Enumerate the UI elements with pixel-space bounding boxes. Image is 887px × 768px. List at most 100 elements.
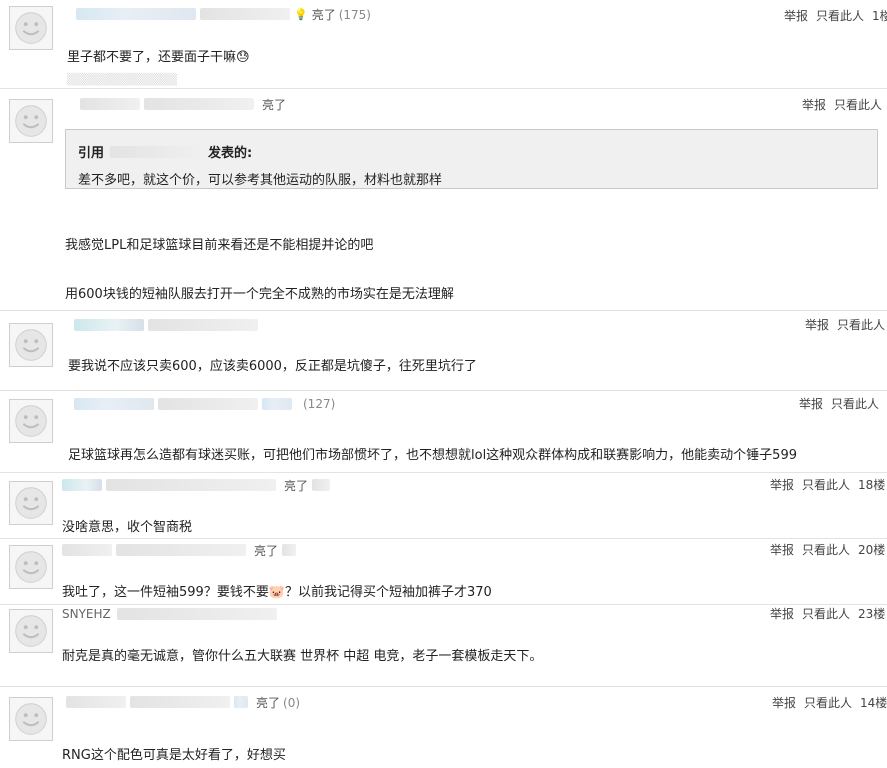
like-button[interactable]: 亮了 [262, 96, 286, 113]
post-meta: SNYEHZ [62, 605, 281, 623]
avatar[interactable] [9, 99, 53, 143]
post-meta: 亮了 [80, 95, 286, 113]
avatar-face-icon [10, 7, 52, 49]
avatar[interactable] [9, 609, 53, 653]
like-count-blurred [282, 544, 297, 556]
reply-post-8: 亮了 (0) 举报 只看此人 14楼 RNG这个配色可真是太好看了，好想买 [0, 686, 887, 768]
post-content: 要我说不应该只卖600，应该卖6000，反正都是坑傻子，往死里坑行了 [68, 359, 477, 374]
avatar-face-icon [10, 100, 52, 142]
post-meta: 亮了 (0) [66, 693, 300, 711]
reply-post-4: (127) 举报 只看此人 足球篮球再怎么造都有球迷买账，可把他们市场部惯坏了，也… [0, 390, 887, 472]
floor-number: 1楼 [872, 9, 887, 23]
like-count-blurred [312, 479, 331, 491]
post-content: 足球篮球再怎么造都有球迷买账，可把他们市场部惯坏了，也不想想就lol这种观众群体… [68, 448, 797, 463]
timestamp-blurred [116, 544, 246, 556]
post-meta [74, 316, 262, 334]
reply-post-6: 亮了 举报 只看此人 20楼 我吐了，这一件短袖599？要钱不要🐷？以前我记得买个短… [0, 538, 887, 604]
username-blurred[interactable] [62, 544, 112, 556]
floor-number: 23楼 [858, 607, 886, 621]
username-blurred[interactable] [66, 696, 126, 708]
report-link[interactable]: 举报 [770, 607, 794, 621]
avatar-face-icon [10, 546, 52, 588]
reply-post-3: 举报 只看此人 要我说不应该只卖600，应该卖6000，反正都是坑傻子，往死里坑行… [0, 310, 887, 390]
quote-header: 引用 发表的: [78, 142, 865, 161]
post-meta: 亮了 [62, 541, 300, 559]
report-link[interactable]: 举报 [770, 543, 794, 557]
post-actions: 举报 只看此人 [799, 395, 879, 412]
post-meta: (127) [74, 395, 335, 413]
timestamp-blurred [148, 319, 258, 331]
avatar[interactable] [9, 399, 53, 443]
reply-post-2: 亮了 举报 只看此人 引用 发表的: 差不多吧，就这个价，可以参考其他运动的队服，… [0, 88, 887, 310]
post-actions: 举报 只看此人 1楼 [784, 7, 887, 24]
like-count: (127) [303, 397, 336, 411]
only-this-user-link[interactable]: 只看此人 [802, 543, 850, 557]
avatar[interactable] [9, 6, 53, 50]
report-link[interactable]: 举报 [802, 98, 826, 112]
quote-prefix: 引用 [78, 146, 105, 161]
only-this-user-link[interactable]: 只看此人 [831, 397, 879, 411]
floor-number: 18楼 [858, 478, 886, 492]
post-actions: 举报 只看此人 [805, 316, 885, 333]
only-this-user-link[interactable]: 只看此人 [804, 696, 852, 710]
avatar[interactable] [9, 481, 53, 525]
avatar-face-icon [10, 482, 52, 524]
timestamp-blurred [130, 696, 230, 708]
like-button[interactable]: 亮了 [284, 477, 308, 494]
post-actions: 举报 只看此人 18楼 [770, 476, 885, 493]
quote-suffix: 发表的: [208, 146, 253, 161]
floor-number: 14楼 [860, 696, 887, 710]
report-link[interactable]: 举报 [770, 478, 794, 492]
post-actions: 举报 只看此人 23楼 [770, 605, 885, 622]
only-this-user-link[interactable]: 只看此人 [802, 478, 850, 492]
only-this-user-link[interactable]: 只看此人 [816, 9, 864, 23]
reply-post-5: 亮了 举报 只看此人 18楼 没啥意思，收个智商税 [0, 472, 887, 538]
post-actions: 举报 只看此人 [802, 96, 882, 113]
floor-number: 20楼 [858, 543, 886, 557]
like-icon-blurred[interactable] [262, 398, 292, 410]
quote-block: 引用 发表的: 差不多吧，就这个价，可以参考其他运动的队服，材料也就那样 [65, 129, 878, 189]
timestamp-blurred [116, 608, 277, 620]
timestamp-blurred [144, 98, 254, 110]
avatar[interactable] [9, 545, 53, 589]
post-meta: 亮了 [62, 476, 334, 494]
timestamp-blurred [200, 8, 290, 20]
quoted-username-blurred[interactable] [110, 145, 203, 158]
like-icon-blurred[interactable] [234, 696, 248, 708]
only-this-user-link[interactable]: 只看此人 [802, 607, 850, 621]
avatar[interactable] [9, 697, 53, 741]
report-link[interactable]: 举报 [799, 397, 823, 411]
blurred-device-text: ▒▒▒▒▒▒▒▒▒▒▒▒▒ [67, 73, 177, 86]
only-this-user-link[interactable]: 只看此人 [834, 98, 882, 112]
username-blurred[interactable] [74, 398, 154, 410]
reply-post-7: SNYEHZ 举报 只看此人 23楼 耐克是真的毫无诚意，管你什么五大联赛 世界杯 … [0, 604, 887, 686]
post-content: 里子都不要了，还要面子干嘛😓 [67, 50, 250, 65]
report-link[interactable]: 举报 [805, 318, 829, 332]
report-link[interactable]: 举报 [772, 696, 796, 710]
username-blurred[interactable] [76, 8, 196, 20]
username-blurred[interactable] [74, 319, 144, 331]
avatar[interactable] [9, 323, 53, 367]
avatar-face-icon [10, 610, 52, 652]
post-meta: 💡 亮了 (175) [76, 5, 371, 23]
username-blurred[interactable] [80, 98, 140, 110]
like-button[interactable]: 亮了 (0) [256, 694, 300, 711]
quote-text: 差不多吧，就这个价，可以参考其他运动的队服，材料也就那样 [78, 173, 443, 188]
post-content: 耐克是真的毫无诚意，管你什么五大联赛 世界杯 中超 电竞，老子一套模板走天下。 [62, 649, 543, 664]
post-actions: 举报 只看此人 20楼 [770, 541, 885, 558]
post-content: 没啥意思，收个智商税 [62, 520, 193, 535]
post-content: 我吐了，这一件短袖599？要钱不要🐷？以前我记得买个短袖加裤子才370 [62, 585, 492, 600]
post-actions: 举报 只看此人 14楼 [772, 694, 887, 711]
avatar-face-icon [10, 698, 52, 740]
post-content-line-1: 我感觉LPL和足球篮球目前来看还是不能相提并论的吧 [65, 238, 374, 253]
like-button[interactable]: 亮了 [254, 542, 278, 559]
timestamp-blurred [158, 398, 258, 410]
username[interactable]: SNYEHZ [62, 607, 111, 621]
like-button[interactable]: 亮了 (175) [312, 6, 371, 23]
report-link[interactable]: 举报 [784, 9, 808, 23]
timestamp-blurred [106, 479, 276, 491]
username-blurred[interactable] [62, 479, 102, 491]
light-icon[interactable]: 💡 [294, 8, 308, 21]
only-this-user-link[interactable]: 只看此人 [837, 318, 885, 332]
post-content: RNG这个配色可真是太好看了，好想买 [62, 748, 286, 763]
